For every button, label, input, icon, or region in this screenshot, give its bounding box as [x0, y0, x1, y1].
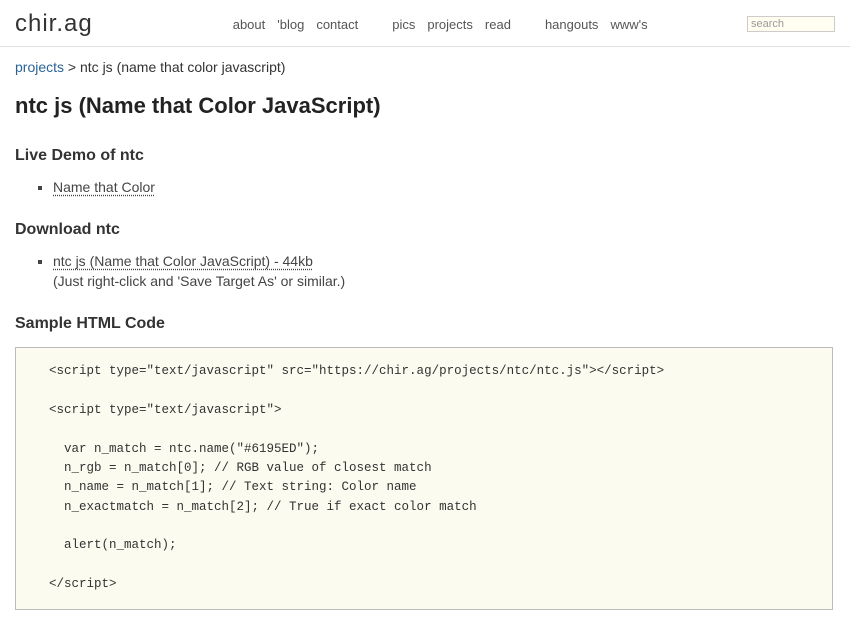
nav-group-2: pics projects read — [392, 17, 511, 32]
page-title: ntc js (Name that Color JavaScript) — [15, 93, 835, 119]
nav-group-1: about 'blog contact — [233, 17, 359, 32]
nav-pics[interactable]: pics — [392, 17, 415, 32]
breadcrumb-current: ntc js (name that color javascript) — [80, 59, 285, 75]
site-logo[interactable]: chir.ag — [15, 10, 93, 38]
demo-link[interactable]: Name that Color — [53, 179, 155, 195]
nav-group-3: hangouts www's — [545, 17, 648, 32]
nav-about[interactable]: about — [233, 17, 266, 32]
sample-heading: Sample HTML Code — [15, 315, 835, 333]
demo-heading: Live Demo of ntc — [15, 147, 835, 165]
breadcrumb-projects-link[interactable]: projects — [15, 59, 64, 75]
breadcrumb-sep: > — [64, 59, 80, 75]
download-heading: Download ntc — [15, 221, 835, 239]
nav-contact[interactable]: contact — [316, 17, 358, 32]
list-item: Name that Color — [53, 179, 835, 195]
nav-hangouts[interactable]: hangouts — [545, 17, 599, 32]
code-block: <script type="text/javascript" src="http… — [15, 347, 833, 610]
nav-blog[interactable]: 'blog — [277, 17, 304, 32]
breadcrumb: projects > ntc js (name that color javas… — [15, 59, 835, 75]
nav-wwws[interactable]: www's — [610, 17, 647, 32]
main-nav: about 'blog contact pics projects read h… — [233, 17, 747, 32]
demo-list: Name that Color — [53, 179, 835, 195]
list-item: ntc js (Name that Color JavaScript) - 44… — [53, 253, 835, 289]
search-input[interactable] — [747, 16, 835, 32]
download-note: (Just right-click and 'Save Target As' o… — [53, 273, 835, 289]
download-list: ntc js (Name that Color JavaScript) - 44… — [53, 253, 835, 289]
nav-read[interactable]: read — [485, 17, 511, 32]
content: projects > ntc js (name that color javas… — [0, 47, 850, 622]
header: chir.ag about 'blog contact pics project… — [0, 0, 850, 47]
download-link[interactable]: ntc js (Name that Color JavaScript) - 44… — [53, 253, 313, 269]
nav-projects[interactable]: projects — [427, 17, 473, 32]
